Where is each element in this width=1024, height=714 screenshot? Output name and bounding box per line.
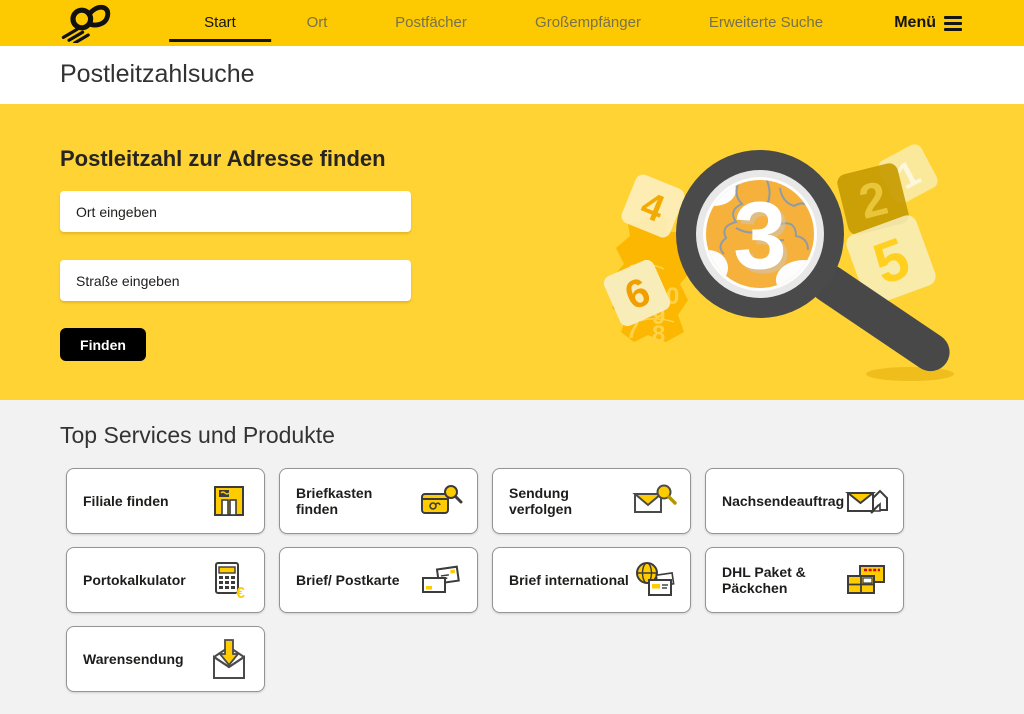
plz-map-illustration: 0 9 7 8 1 2 5 4 6 [590,136,990,391]
tab-start[interactable]: Start [204,0,236,46]
hero-heading: Postleitzahl zur Adresse finden [60,146,386,172]
globe-letter-icon [631,560,677,600]
plz-search-hero: Postleitzahl zur Adresse finden Finden 0… [0,104,1024,400]
card-briefkasten-finden[interactable]: Briefkasten finden [279,468,478,534]
tab-postfaecher[interactable]: Postfächer [395,0,467,46]
city-input[interactable] [60,191,411,232]
top-services-section: Top Services und Produkte Filiale finden… [0,400,1024,714]
card-dhl-paket[interactable]: DHL Paket & Päckchen [705,547,904,613]
page-title: Postleitzahlsuche [60,60,255,89]
letter-postcard-icon [418,561,464,599]
tab-erweiterte-suche[interactable]: Erweiterte Suche [709,0,823,46]
card-label: Portokalkulator [83,572,186,588]
card-brief-international[interactable]: Brief international [492,547,691,613]
card-sendung-verfolgen[interactable]: Sendung verfolgen [492,468,691,534]
calculator-euro-icon: € [205,560,251,600]
parcel-icon [844,561,890,599]
hamburger-icon [944,16,962,31]
map-number-8: 8 [652,321,665,348]
mailbox-search-icon [418,482,464,520]
posthorn-icon[interactable] [56,3,114,43]
services-card-grid: Filiale finden Briefkasten finden Sendu [66,468,904,692]
envelope-search-icon [631,482,677,520]
card-label: Sendung verfolgen [509,485,631,517]
active-tab-underline [169,39,271,42]
card-warensendung[interactable]: Warensendung [66,626,265,692]
card-label: DHL Paket & Päckchen [722,564,844,596]
top-navigation-bar: Start Ort Postfächer Großempfänger Erwei… [0,0,1024,46]
find-button[interactable]: Finden [60,328,146,361]
card-nachsendeauftrag[interactable]: Nachsendeauftrag [705,468,904,534]
envelope-forward-icon [844,482,890,520]
card-portokalkulator[interactable]: Portokalkulator € [66,547,265,613]
svg-text:€: € [236,585,245,600]
menu-button[interactable]: Menü [894,0,962,46]
card-filiale-finden[interactable]: Filiale finden [66,468,265,534]
store-icon [207,482,251,520]
tab-ort[interactable]: Ort [307,0,328,46]
tab-grossempfaenger[interactable]: Großempfänger [535,0,641,46]
street-input[interactable] [60,260,411,301]
tab-start-label: Start [204,14,236,31]
card-label: Brief/ Postkarte [296,572,399,588]
card-label: Briefkasten finden [296,485,418,517]
page-title-bar: Postleitzahlsuche [0,46,1024,104]
card-brief-postkarte[interactable]: Brief/ Postkarte [279,547,478,613]
card-label: Brief international [509,572,629,588]
card-label: Filiale finden [83,493,169,509]
menu-label: Menü [894,14,936,32]
card-label: Nachsendeauftrag [722,493,844,509]
card-label: Warensendung [83,651,184,667]
lens-number: 3 [733,183,786,290]
services-heading: Top Services und Produkte [60,422,335,449]
open-envelope-arrow-icon [207,637,251,681]
